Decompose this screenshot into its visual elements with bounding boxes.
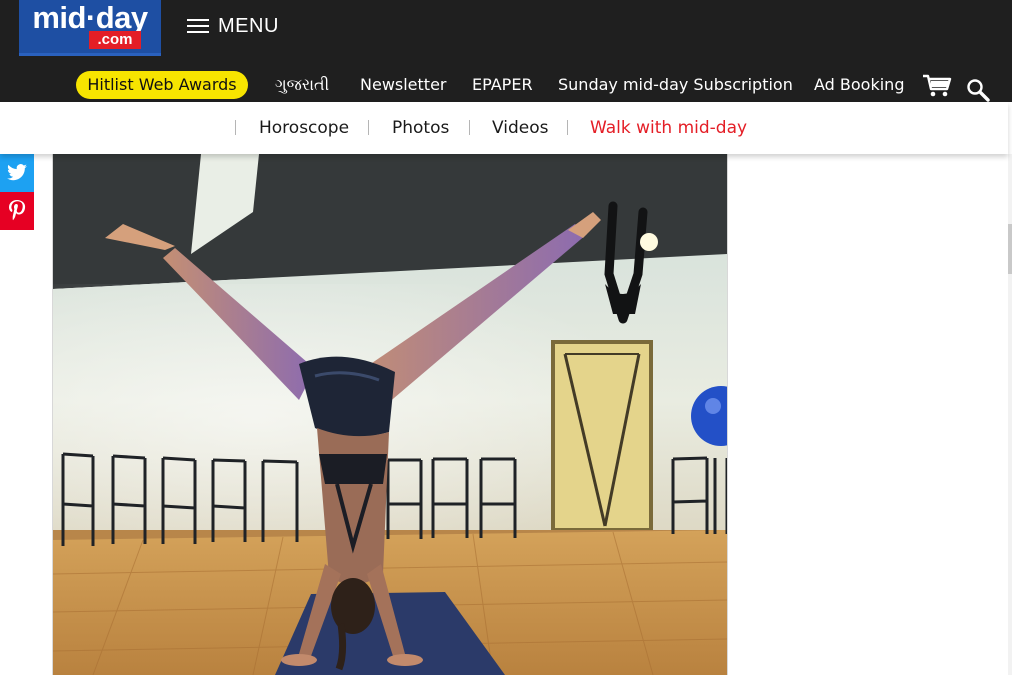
hamburger-icon (187, 18, 209, 34)
logo-text: mid·day (32, 0, 148, 35)
nav-item-gujarati[interactable]: ગુજરાતી (275, 74, 329, 96)
article-photo[interactable] (52, 154, 728, 675)
subnav-item-walk-with-mid-day[interactable]: Walk with mid-day (590, 117, 747, 139)
site-header: mid·day .com MENU Hitlist Web Awards ગુજ… (0, 0, 1012, 102)
search-icon[interactable] (966, 78, 990, 102)
nav-divider (368, 120, 369, 135)
nav-item-ad-booking[interactable]: Ad Booking (814, 74, 904, 96)
pinterest-icon (9, 200, 26, 221)
menu-button[interactable]: MENU (187, 12, 279, 40)
menu-label: MENU (218, 14, 279, 37)
nav-divider (469, 120, 470, 135)
nav-divider (567, 120, 568, 135)
scrollbar-thumb[interactable] (1008, 224, 1012, 274)
yoga-handstand-photo (53, 154, 727, 675)
hitlist-web-awards-button[interactable]: Hitlist Web Awards (76, 71, 248, 99)
main-nav: Hitlist Web Awards ગુજરાતી Newsletter EP… (0, 68, 1012, 102)
subnav-item-videos[interactable]: Videos (492, 117, 549, 139)
subnav-item-photos[interactable]: Photos (392, 117, 449, 139)
site-logo[interactable]: mid·day .com (19, 0, 161, 56)
pinterest-share-button[interactable] (0, 192, 34, 230)
nav-divider (235, 120, 236, 135)
nav-item-newsletter[interactable]: Newsletter (360, 74, 447, 96)
subnav-item-horoscope[interactable]: Horoscope (259, 117, 349, 139)
secondary-nav: Horoscope Photos Videos Walk with mid-da… (0, 102, 1008, 154)
cart-icon[interactable] (922, 74, 952, 98)
page-scrollbar[interactable] (1008, 154, 1012, 675)
nav-item-subscription[interactable]: Sunday mid-day Subscription (558, 74, 793, 96)
share-bar (0, 154, 34, 230)
twitter-icon (7, 164, 27, 181)
twitter-share-button[interactable] (0, 154, 34, 192)
nav-item-epaper[interactable]: EPAPER (472, 74, 533, 96)
logo-com: .com (89, 31, 141, 49)
